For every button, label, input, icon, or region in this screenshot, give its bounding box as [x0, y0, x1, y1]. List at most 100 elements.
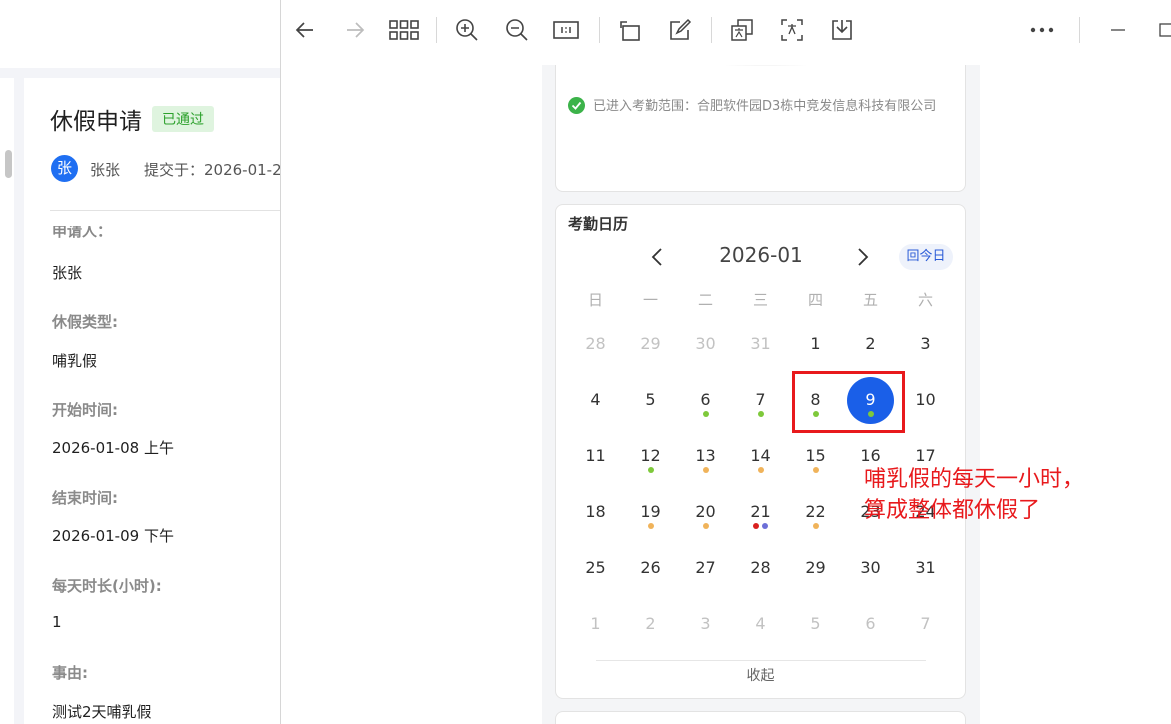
weekday-header: 日 一 二 三 四 五 六	[568, 289, 953, 309]
calendar-day[interactable]: 6	[678, 389, 733, 445]
calendar-day[interactable]: 7	[733, 389, 788, 445]
attendance-dots	[788, 467, 843, 475]
scrollbar-thumb[interactable]	[5, 150, 12, 178]
day-number: 30	[860, 558, 881, 577]
day-number: 29	[805, 558, 826, 577]
calendar-day[interactable]: 11	[568, 445, 623, 501]
ocr-text-icon[interactable]	[777, 15, 807, 45]
zoom-out-icon[interactable]	[502, 15, 532, 45]
daily-hours-value: 1	[52, 613, 62, 631]
status-dot	[757, 411, 764, 417]
calendar-day[interactable]: 3	[898, 333, 953, 389]
day-number: 12	[640, 446, 661, 465]
calendar-day[interactable]: 31	[733, 333, 788, 389]
collapse-button[interactable]: 收起	[556, 665, 965, 685]
day-number: 20	[695, 502, 716, 521]
applicant-value: 张张	[52, 264, 83, 282]
calendar-day[interactable]: 19	[623, 501, 678, 557]
calendar-day[interactable]: 27	[678, 557, 733, 613]
calendar-day[interactable]: 26	[623, 557, 678, 613]
calendar-day[interactable]: 20	[678, 501, 733, 557]
day-number: 21	[750, 502, 771, 521]
status-dot	[812, 523, 819, 529]
status-badge: 已通过	[152, 106, 214, 132]
status-dot	[812, 467, 819, 473]
day-number: 22	[805, 502, 826, 521]
today-button[interactable]: 回今日	[899, 244, 953, 270]
attendance-dots	[678, 411, 733, 419]
end-time-label: 结束时间:	[52, 489, 118, 507]
calendar-day[interactable]: 13	[678, 445, 733, 501]
day-number: 5	[645, 390, 656, 409]
end-time-value: 2026-01-09 下午	[52, 527, 174, 545]
weekday-label: 一	[642, 291, 658, 309]
calendar-day[interactable]: 12	[623, 445, 678, 501]
download-icon[interactable]	[827, 15, 857, 45]
next-card	[555, 711, 966, 724]
calendar-title: 考勤日历	[568, 215, 629, 233]
status-dot	[702, 467, 709, 473]
toolbar-separator	[711, 17, 712, 43]
day-number: 14	[750, 446, 771, 465]
copy-image-icon[interactable]	[727, 15, 757, 45]
calendar-day[interactable]: 15	[788, 445, 843, 501]
maximize-icon[interactable]	[1151, 15, 1171, 45]
back-icon[interactable]	[290, 15, 320, 45]
day-number: 30	[695, 334, 716, 353]
edit-icon[interactable]	[665, 15, 695, 45]
reason-value: 测试2天哺乳假	[52, 703, 152, 721]
status-dot	[647, 523, 654, 529]
attendance-dots	[733, 467, 788, 475]
annotation-note: 哺乳假的每天一小时， 算成整体都休假了	[864, 464, 1084, 526]
weekday-label: 三	[752, 291, 768, 309]
calendar-day[interactable]: 22	[788, 501, 843, 557]
calendar-day[interactable]: 4	[568, 389, 623, 445]
calendar-day[interactable]: 25	[568, 557, 623, 613]
day-number: 7	[755, 390, 766, 409]
calendar-day[interactable]: 28	[733, 557, 788, 613]
more-icon[interactable]	[1027, 15, 1057, 45]
image-viewer-window: 已进入考勤范围：合肥软件园D3栋中竞发信息科技有限公司 考勤日历 2026-01…	[280, 0, 1171, 724]
rotate-icon[interactable]	[615, 15, 645, 45]
attendance-range-text: 已进入考勤范围：合肥软件园D3栋中竞发信息科技有限公司	[593, 99, 937, 114]
status-dot	[702, 523, 709, 529]
day-number: 28	[585, 334, 606, 353]
start-time-value: 2026-01-08 上午	[52, 439, 174, 457]
calendar-day[interactable]: 5	[623, 389, 678, 445]
avatar: 张	[51, 155, 78, 182]
toolbar-separator	[436, 17, 437, 43]
attendance-calendar-card: 考勤日历 2026-01 回今日 日 一 二 三 四 五 六 28 29 30 31 1…	[555, 204, 966, 699]
day-number: 13	[695, 446, 716, 465]
calendar-day[interactable]: 21	[733, 501, 788, 557]
calendar-day[interactable]: 18	[568, 501, 623, 557]
calendar-day[interactable]: 14	[733, 445, 788, 501]
prev-month-icon[interactable]	[648, 245, 668, 269]
day-number: 18	[585, 502, 606, 521]
minimize-icon[interactable]	[1103, 15, 1133, 45]
status-dot	[757, 467, 764, 473]
calendar-day[interactable]: 10	[898, 389, 953, 445]
forward-icon[interactable]	[340, 15, 370, 45]
calendar-day[interactable]: 29	[623, 333, 678, 389]
next-month-icon[interactable]	[852, 245, 872, 269]
day-number: 11	[585, 446, 606, 465]
check-circle-icon	[568, 97, 585, 114]
leave-type-label: 休假类型:	[52, 313, 118, 331]
day-number: 6	[700, 390, 711, 409]
actual-size-icon[interactable]	[551, 15, 581, 45]
status-dot	[647, 467, 654, 473]
calendar-day[interactable]: 30	[843, 557, 898, 613]
grid-icon[interactable]	[389, 15, 419, 45]
page-title: 休假申请	[50, 109, 142, 135]
attendance-dots	[733, 523, 788, 531]
attendance-dots	[678, 523, 733, 531]
day-number: 1	[810, 334, 821, 353]
calendar-day[interactable]: 29	[788, 557, 843, 613]
day-number: 26	[640, 558, 661, 577]
divider	[50, 210, 290, 211]
zoom-in-icon[interactable]	[452, 15, 482, 45]
calendar-day[interactable]: 30	[678, 333, 733, 389]
calendar-day[interactable]: 31	[898, 557, 953, 613]
calendar-day[interactable]: 28	[568, 333, 623, 389]
day-number: 27	[695, 558, 716, 577]
